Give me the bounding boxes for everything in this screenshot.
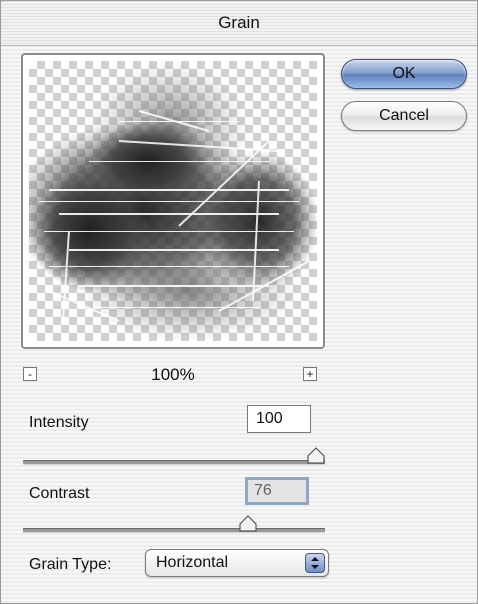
zoom-in-button[interactable]: + [303, 367, 317, 381]
grain-preview-graphic [29, 61, 317, 341]
dialog-title: Grain [218, 13, 260, 32]
cancel-button[interactable]: Cancel [341, 101, 467, 131]
plus-icon: + [306, 367, 314, 381]
filter-preview-image[interactable] [29, 61, 317, 341]
minus-icon: - [28, 367, 32, 381]
contrast-label: Contrast [29, 485, 90, 502]
grain-type-select[interactable]: Horizontal [145, 549, 329, 577]
title-bar[interactable]: Grain [1, 1, 477, 46]
ok-button[interactable]: OK [341, 59, 467, 89]
intensity-slider-track[interactable] [23, 460, 325, 465]
grain-type-value: Horizontal [156, 554, 229, 571]
intensity-slider-thumb[interactable] [307, 447, 325, 465]
contrast-slider-track[interactable] [23, 528, 325, 533]
preview-frame [21, 53, 325, 349]
grain-type-label: Grain Type: [29, 556, 112, 573]
updown-arrows-icon [305, 553, 325, 573]
contrast-slider-thumb[interactable] [239, 515, 257, 533]
zoom-level: 100% [151, 365, 195, 384]
zoom-out-button[interactable]: - [23, 367, 37, 381]
intensity-field[interactable]: 100 [247, 405, 311, 433]
grain-dialog: Grain - 100% + OK Cancel Intensity 100 C… [0, 0, 478, 604]
contrast-field[interactable]: 76 [245, 477, 309, 505]
intensity-label: Intensity [29, 414, 89, 431]
